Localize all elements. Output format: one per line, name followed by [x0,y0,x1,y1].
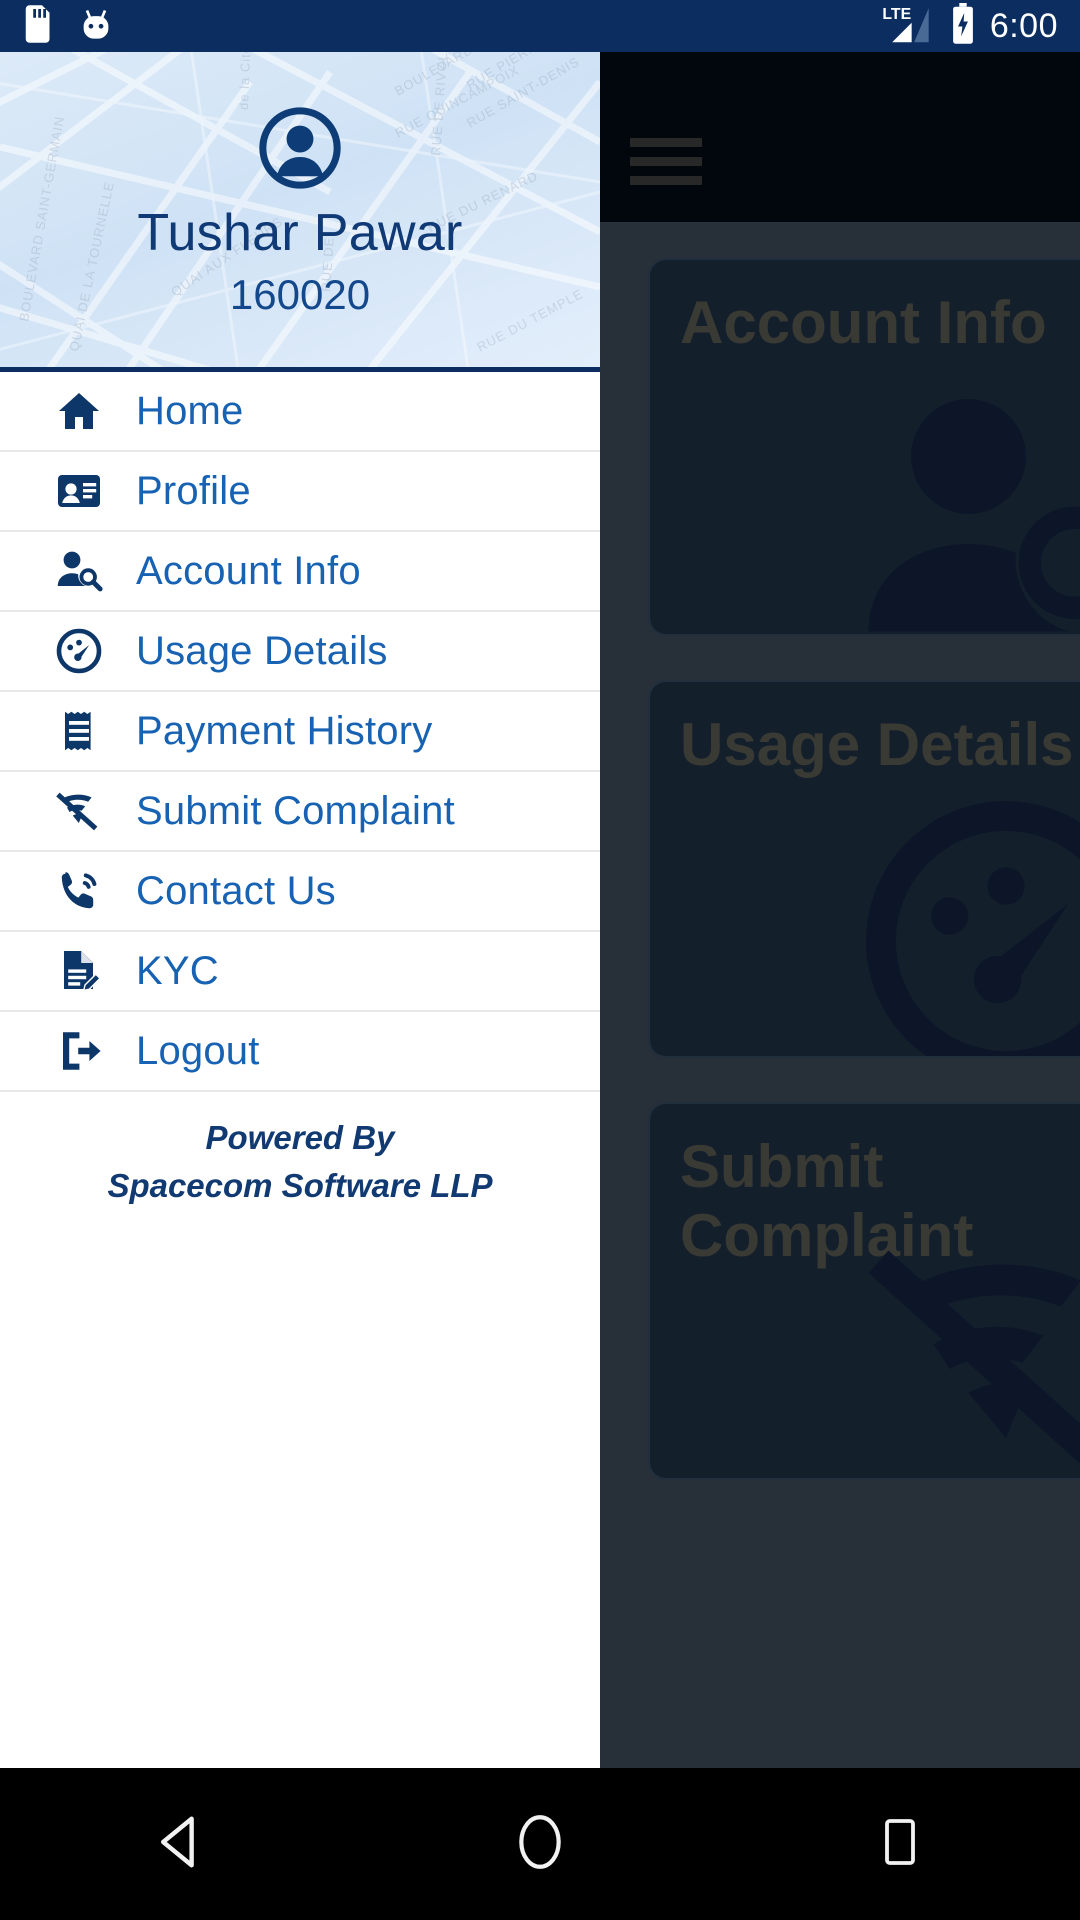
navigation-drawer: BOULEVARD SAINT-GERMAIN QUAI DE LA TOURN… [0,52,600,1768]
contact-card-icon [48,467,110,515]
home-icon [48,387,110,435]
android-marshmallow-icon [78,6,114,47]
drawer-item-kyc[interactable]: KYC [0,932,600,1012]
drawer-item-label: Usage Details [136,628,388,673]
drawer-item-contact-us[interactable]: Contact Us [0,852,600,932]
drawer-item-label: Submit Complaint [136,788,455,833]
lte-signal-icon: LTE [880,3,936,50]
drawer-item-label: Home [136,388,244,433]
drawer-item-payment-history[interactable]: Payment History [0,692,600,772]
status-bar: LTE 6:00 [0,0,1080,52]
speedometer-icon [48,627,110,675]
user-avatar-icon [259,106,341,189]
wifi-off-icon [48,787,110,835]
recents-button[interactable] [840,1784,960,1904]
circle-icon [512,1809,568,1880]
drawer-item-label: Logout [136,1028,260,1073]
drawer-menu: Home Profile Account Info Usage Details … [0,372,600,1092]
drawer-item-submit-complaint[interactable]: Submit Complaint [0,772,600,852]
drawer-item-label: Contact Us [136,868,336,913]
phone-in-talk-icon [48,867,110,915]
drawer-item-account-info[interactable]: Account Info [0,532,600,612]
svg-text:LTE: LTE [882,6,911,23]
android-navigation-bar [0,1768,1080,1920]
status-bar-left-icons [22,4,114,48]
triangle-left-icon [149,1811,211,1878]
sd-card-icon [22,4,52,48]
drawer-item-usage-details[interactable]: Usage Details [0,612,600,692]
drawer-item-label: KYC [136,948,219,993]
receipt-icon [48,707,110,755]
status-bar-right-icons: LTE 6:00 [880,2,1058,50]
drawer-item-home[interactable]: Home [0,372,600,452]
company-name-label: Spacecom Software LLP [107,1166,493,1204]
status-bar-clock: 6:00 [989,6,1058,45]
drawer-footer: Powered By Spacecom Software LLP [0,1092,600,1210]
drawer-item-label: Payment History [136,708,433,753]
user-name: Tushar Pawar [137,203,463,262]
drawer-item-logout[interactable]: Logout [0,1012,600,1092]
drawer-item-label: Profile [136,468,251,513]
drawer-item-profile[interactable]: Profile [0,452,600,532]
document-edit-icon [48,947,110,995]
square-icon [876,1813,924,1876]
person-search-icon [48,547,110,595]
back-button[interactable] [120,1784,240,1904]
drawer-item-label: Account Info [136,548,361,593]
drawer-header: BOULEVARD SAINT-GERMAIN QUAI DE LA TOURN… [0,52,600,372]
logout-icon [48,1027,110,1075]
battery-charging-icon [950,2,976,50]
user-account-id: 160020 [229,270,371,318]
powered-by-label: Powered By [205,1119,395,1156]
home-button[interactable] [480,1784,600,1904]
phone-screen: LTE 6:00 Account Info Usage Details Subm… [0,0,1080,1920]
